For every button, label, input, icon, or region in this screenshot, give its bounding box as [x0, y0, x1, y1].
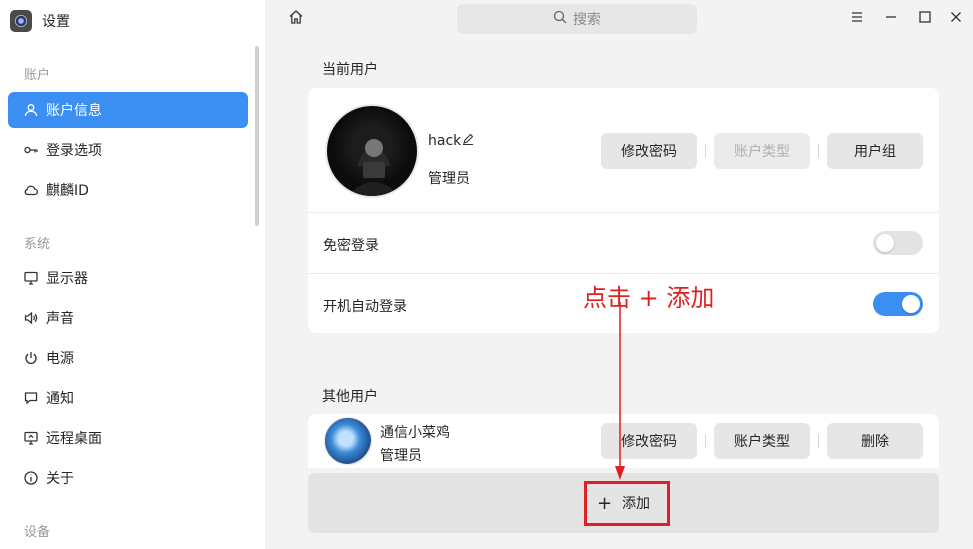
button-separator	[818, 434, 819, 448]
current-user-title: 当前用户	[322, 62, 378, 78]
section-label-devices: 设备	[24, 525, 51, 540]
app-title: 设置	[42, 14, 70, 30]
info-icon	[24, 471, 38, 485]
sidebar-item-notifications[interactable]: 通知	[8, 380, 248, 416]
sidebar: 设置 账户 账户信息 登录选项 麒麟ID 系统 显示器 声音 电源 通知 远程桌…	[0, 0, 265, 549]
menu-button[interactable]	[847, 9, 867, 29]
auto-login-label: 开机自动登录	[323, 299, 407, 315]
speaker-icon	[24, 311, 38, 325]
annotation-highlight-box	[584, 481, 670, 526]
auto-login-toggle[interactable]	[873, 292, 923, 316]
close-button[interactable]	[946, 9, 966, 29]
close-icon	[949, 10, 963, 28]
user-icon	[24, 103, 38, 117]
sidebar-item-label: 显示器	[46, 271, 88, 287]
sidebar-scrollbar[interactable]	[255, 46, 259, 226]
app-header: 设置	[10, 8, 70, 34]
sidebar-item-label: 电源	[46, 351, 74, 367]
sidebar-item-label: 声音	[46, 311, 74, 327]
current-user-role: 管理员	[428, 171, 470, 187]
sidebar-item-label: 麒麟ID	[46, 183, 89, 199]
button-separator	[705, 434, 706, 448]
other-user-name: 通信小菜鸡	[380, 425, 450, 441]
sidebar-item-label: 通知	[46, 391, 74, 407]
other-account-type-button[interactable]: 账户类型	[714, 423, 810, 459]
edit-name-icon[interactable]	[462, 133, 474, 149]
sidebar-item-label: 登录选项	[46, 143, 102, 159]
cloud-icon	[24, 183, 38, 197]
delete-user-button[interactable]: 删除	[827, 423, 923, 459]
sidebar-item-label: 账户信息	[46, 103, 102, 119]
user-group-button[interactable]: 用户组	[827, 133, 923, 169]
maximize-button[interactable]	[915, 9, 935, 29]
current-user-name: hack	[428, 133, 462, 149]
button-separator	[705, 144, 706, 158]
other-user-role: 管理员	[380, 448, 422, 464]
chat-bubble-icon	[24, 391, 38, 405]
home-button[interactable]	[286, 9, 306, 29]
hamburger-menu-icon	[850, 10, 864, 28]
search-icon	[553, 10, 573, 28]
account-type-button[interactable]: 账户类型	[714, 133, 810, 169]
sidebar-item-account-info[interactable]: 账户信息	[8, 92, 248, 128]
section-label-system: 系统	[24, 237, 51, 252]
remote-desktop-icon	[24, 431, 38, 445]
other-users-title: 其他用户	[322, 389, 378, 405]
home-icon	[288, 9, 304, 29]
key-icon	[24, 143, 38, 157]
sidebar-item-label: 关于	[46, 471, 74, 487]
settings-app-icon	[10, 10, 32, 32]
current-user-avatar[interactable]	[325, 104, 419, 198]
section-label-account: 账户	[24, 68, 51, 83]
button-separator	[818, 144, 819, 158]
sidebar-item-about[interactable]: 关于	[8, 460, 248, 496]
sidebar-item-remote-desktop[interactable]: 远程桌面	[8, 420, 248, 456]
sidebar-item-display[interactable]: 显示器	[8, 260, 248, 296]
annotation-arrow	[615, 302, 625, 480]
divider	[308, 273, 939, 274]
search-input[interactable]: 搜索	[457, 4, 697, 34]
divider	[308, 212, 939, 213]
minimize-button[interactable]	[881, 9, 901, 29]
minimize-icon	[884, 10, 898, 28]
password-free-login-toggle[interactable]	[873, 231, 923, 255]
search-placeholder: 搜索	[573, 12, 601, 28]
sidebar-item-label: 远程桌面	[46, 431, 102, 447]
sidebar-item-power[interactable]: 电源	[8, 340, 248, 376]
password-free-login-label: 免密登录	[323, 238, 379, 254]
other-user-avatar[interactable]	[324, 417, 372, 465]
power-icon	[24, 351, 38, 365]
monitor-icon	[24, 271, 38, 285]
sidebar-item-sound[interactable]: 声音	[8, 300, 248, 336]
change-password-button[interactable]: 修改密码	[601, 133, 697, 169]
sidebar-item-kylin-id[interactable]: 麒麟ID	[8, 172, 248, 208]
maximize-icon	[918, 10, 932, 28]
annotation-text: 点击 + 添加	[583, 284, 715, 312]
sidebar-item-login-options[interactable]: 登录选项	[8, 132, 248, 168]
